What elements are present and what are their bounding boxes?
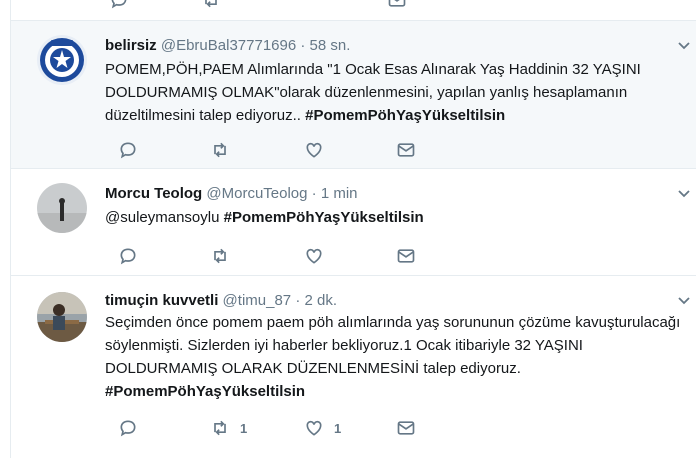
- chevron-down-icon[interactable]: [677, 39, 691, 53]
- tweet-text: Seçimden önce pomem paem pöh alımlarında…: [105, 311, 685, 403]
- separator: ·: [311, 185, 317, 202]
- timestamp[interactable]: 58 sn.: [310, 37, 351, 54]
- retweet-icon: [214, 420, 226, 436]
- person-photo-icon: [37, 292, 87, 342]
- like-button[interactable]: [304, 140, 324, 160]
- like-button[interactable]: 1: [304, 418, 341, 438]
- tweet-body: Seçimden önce pomem paem pöh alımlarında…: [105, 314, 681, 377]
- person-photo-icon: [37, 183, 87, 233]
- separator: ·: [300, 37, 306, 54]
- retweet-button[interactable]: 1: [210, 418, 247, 438]
- tweet[interactable]: timuçin kuvvetli @timu_87 · 2 dk. Seçimd…: [11, 276, 696, 458]
- tweet[interactable]: belirsiz @EbruBal37771696 · 58 sn. POMEM…: [11, 21, 696, 169]
- tweet-header: Morcu Teolog @MorcuTeolog · 1 min: [105, 185, 358, 202]
- hashtag-link[interactable]: #PomemPöhYaşYükseltilsin: [105, 383, 305, 400]
- envelope-icon: [397, 249, 415, 263]
- username[interactable]: @timu_87: [223, 292, 292, 309]
- chevron-down-icon[interactable]: [677, 294, 691, 308]
- heart-icon: [306, 420, 322, 436]
- retweet-icon: [214, 142, 226, 158]
- reply-button[interactable]: [118, 246, 138, 266]
- tweet[interactable]: Morcu Teolog @MorcuTeolog · 1 min @suley…: [11, 169, 696, 276]
- hashtag-link[interactable]: #PomemPöhYaşYükseltilsin: [224, 209, 424, 226]
- tweet-text: POMEM,PÖH,PAEM Alımlarında "1 Ocak Esas …: [105, 58, 685, 127]
- envelope-icon[interactable]: [387, 0, 407, 10]
- like-button[interactable]: [304, 246, 324, 266]
- dm-button[interactable]: [396, 140, 416, 160]
- reply-icon: [120, 248, 136, 265]
- envelope-icon: [397, 143, 415, 157]
- retweet-icon: [214, 248, 226, 264]
- police-badge-icon: [37, 35, 87, 85]
- reply-icon: [120, 142, 136, 159]
- reply-button[interactable]: [118, 418, 138, 438]
- avatar[interactable]: [37, 292, 87, 342]
- chevron-down-icon[interactable]: [677, 187, 691, 201]
- display-name[interactable]: timuçin kuvvetli: [105, 292, 218, 309]
- timeline: belirsiz @EbruBal37771696 · 58 sn. POMEM…: [10, 0, 696, 458]
- retweet-count: 1: [240, 420, 248, 436]
- hashtag-link[interactable]: #PomemPöhYaşYükseltilsin: [305, 107, 505, 124]
- timestamp[interactable]: 2 dk.: [304, 292, 337, 309]
- display-name[interactable]: Morcu Teolog: [105, 185, 202, 202]
- retweet-icon[interactable]: [201, 0, 221, 10]
- retweet-button[interactable]: [210, 246, 230, 266]
- tweet-text: @suleymansoylu #PomemPöhYaşYükseltilsin: [105, 206, 685, 229]
- reply-button[interactable]: [118, 140, 138, 160]
- separator: ·: [295, 292, 301, 309]
- timestamp[interactable]: 1 min: [321, 185, 358, 202]
- page-margin: [0, 0, 10, 458]
- tweet-header: timuçin kuvvetli @timu_87 · 2 dk.: [105, 292, 337, 309]
- like-count: 1: [334, 420, 342, 436]
- avatar[interactable]: [37, 183, 87, 233]
- mention-link[interactable]: @suleymansoylu: [105, 209, 219, 226]
- username[interactable]: @MorcuTeolog: [206, 185, 307, 202]
- envelope-icon: [397, 421, 415, 435]
- previous-tweet-actions: [11, 0, 696, 21]
- display-name[interactable]: belirsiz: [105, 37, 157, 54]
- retweet-button[interactable]: [210, 140, 230, 160]
- tweet-header: belirsiz @EbruBal37771696 · 58 sn.: [105, 37, 350, 54]
- reply-icon: [120, 420, 136, 437]
- heart-icon: [306, 142, 322, 158]
- heart-icon: [306, 248, 322, 264]
- dm-button[interactable]: [396, 246, 416, 266]
- dm-button[interactable]: [396, 418, 416, 438]
- reply-icon[interactable]: [109, 0, 129, 10]
- avatar[interactable]: [37, 35, 87, 85]
- username[interactable]: @EbruBal37771696: [161, 37, 296, 54]
